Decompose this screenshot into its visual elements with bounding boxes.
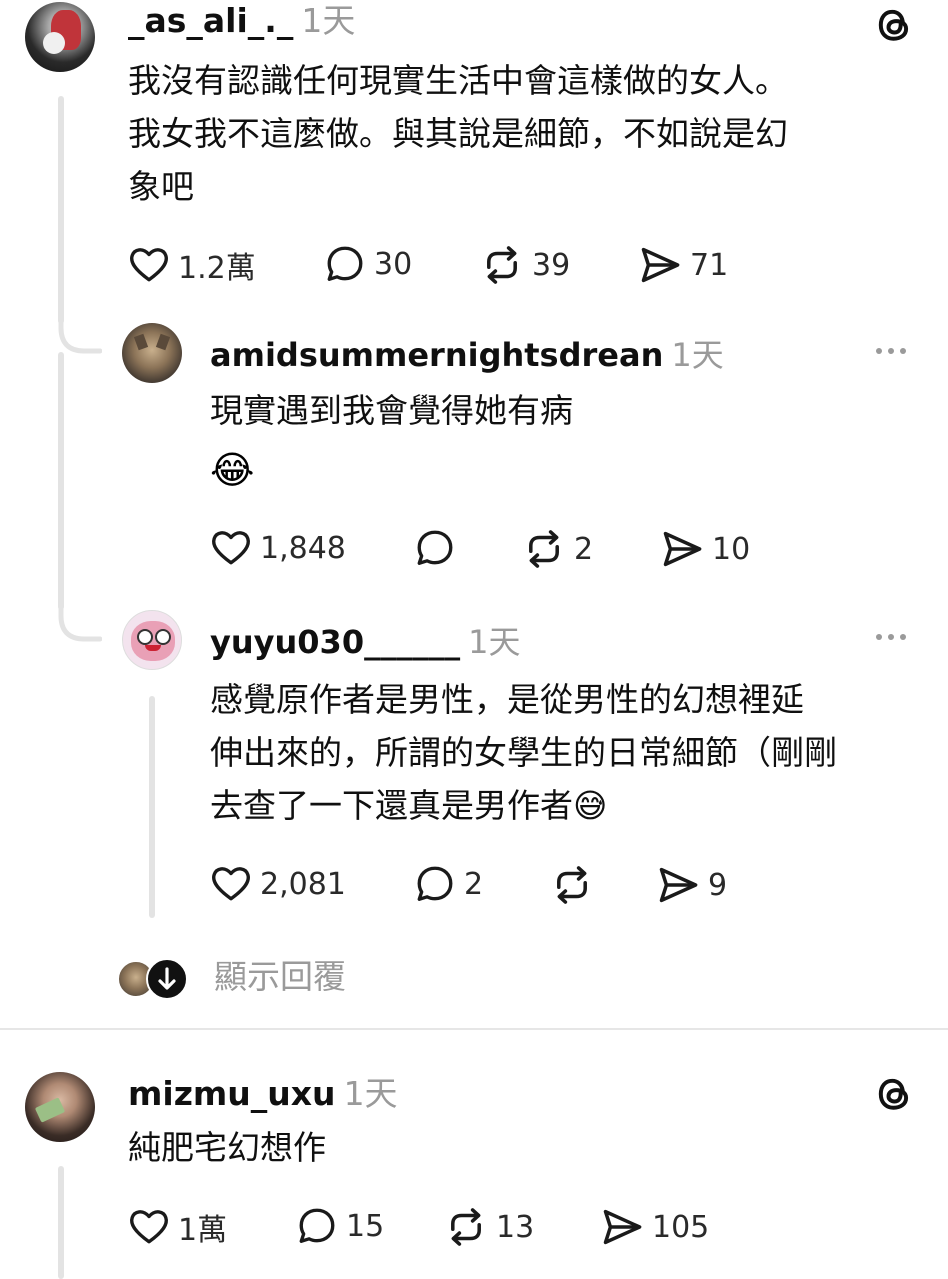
- repost-icon: [444, 1205, 488, 1249]
- avatar[interactable]: [122, 323, 182, 383]
- like-count: 1萬: [178, 1213, 228, 1248]
- show-replies-label[interactable]: 顯示回覆: [214, 955, 346, 999]
- repost-button[interactable]: 2: [522, 527, 593, 571]
- like-button[interactable]: 1萬: [128, 1205, 227, 1249]
- repost-count: 39: [532, 247, 571, 283]
- timestamp: 1天: [343, 1074, 398, 1113]
- comment-bubble-icon: [414, 527, 456, 569]
- username[interactable]: mizmu_uxu 1天: [128, 1067, 398, 1115]
- like-count: 1.2萬: [178, 251, 256, 286]
- reply-button[interactable]: 15: [296, 1205, 384, 1247]
- post-text-line: 我沒有認識任何現實生活中會這樣做的女人。: [128, 61, 788, 100]
- reply-text: 感覺原作者是男性，是從男性的幻想裡延 伸出來的，所謂的女學生的日常細節（剛剛 去…: [210, 673, 930, 832]
- reply-text-line: 去查了一下還真是男作者😅: [210, 786, 608, 825]
- arrow-down-icon: [146, 958, 188, 1000]
- avatar[interactable]: [122, 610, 182, 670]
- username[interactable]: _as_ali_._ 1天: [128, 0, 355, 42]
- username-text[interactable]: yuyu030______: [210, 623, 460, 661]
- reply-text-line: 感覺原作者是男性，是從男性的幻想裡延: [210, 680, 804, 719]
- username-text[interactable]: mizmu_uxu: [128, 1074, 336, 1113]
- username[interactable]: amidsummernightsdrean 1天: [210, 330, 724, 376]
- repost-button[interactable]: 39: [480, 243, 570, 287]
- share-count: 105: [652, 1209, 710, 1245]
- share-count: 10: [712, 531, 751, 567]
- share-button[interactable]: 10: [660, 527, 750, 571]
- like-button[interactable]: 1.2萬: [128, 243, 256, 287]
- send-icon: [656, 863, 700, 907]
- thread-curve: [58, 606, 102, 642]
- reply-button[interactable]: 30: [324, 243, 412, 285]
- heart-icon: [128, 244, 170, 286]
- like-count: 2,081: [260, 866, 346, 902]
- threads-logo-icon[interactable]: [872, 3, 916, 47]
- thread-line: [58, 96, 64, 324]
- post-text-line: 象吧: [128, 167, 194, 206]
- heart-icon: [210, 527, 252, 569]
- username-text[interactable]: amidsummernightsdrean: [210, 336, 663, 374]
- comment-bubble-icon: [414, 863, 456, 905]
- send-icon: [600, 1205, 644, 1249]
- repost-button[interactable]: 13: [444, 1205, 534, 1249]
- more-dots-icon[interactable]: [876, 348, 906, 354]
- share-count: 71: [690, 247, 729, 283]
- send-icon: [660, 527, 704, 571]
- comment-bubble-icon: [296, 1205, 338, 1247]
- reply-text-line: 伸出來的，所謂的女學生的日常細節（剛剛: [210, 733, 837, 772]
- share-button[interactable]: 71: [638, 243, 728, 287]
- avatar[interactable]: [25, 1072, 95, 1142]
- reply-count: 30: [374, 246, 413, 282]
- post-text-line: 我女我不這麼做。與其說是細節，不如說是幻: [128, 114, 788, 153]
- share-count: 9: [708, 867, 728, 903]
- timestamp: 1天: [301, 1, 356, 40]
- send-icon: [638, 243, 682, 287]
- repost-icon: [550, 863, 594, 907]
- comment-bubble-icon: [324, 243, 366, 285]
- threads-logo-icon[interactable]: [872, 1072, 916, 1116]
- reply-button[interactable]: 2: [414, 863, 483, 905]
- thread-line: [58, 1166, 64, 1279]
- thread-line: [149, 696, 155, 918]
- divider: [0, 1028, 948, 1030]
- username[interactable]: yuyu030______ 1天: [210, 617, 520, 663]
- heart-icon: [128, 1206, 170, 1248]
- like-button[interactable]: 1,848: [210, 527, 346, 569]
- thread-line: [58, 352, 64, 610]
- share-button[interactable]: 9: [656, 863, 727, 907]
- share-button[interactable]: 105: [600, 1205, 709, 1249]
- like-count: 1,848: [260, 530, 346, 566]
- repost-button[interactable]: [550, 863, 602, 907]
- more-dots-icon[interactable]: [876, 634, 906, 640]
- avatar[interactable]: [25, 2, 95, 72]
- heart-icon: [210, 863, 252, 905]
- post-text: 我沒有認識任何現實生活中會這樣做的女人。 我女我不這麼做。與其說是細節，不如說是…: [128, 54, 928, 213]
- timestamp: 1天: [468, 623, 521, 661]
- timestamp: 1天: [671, 336, 724, 374]
- reply-text: 現實遇到我會覺得她有病: [210, 391, 573, 430]
- repost-icon: [522, 527, 566, 571]
- repost-count: 2: [574, 531, 594, 567]
- post-text: 純肥宅幻想作: [128, 1128, 326, 1167]
- repost-count: 13: [496, 1209, 535, 1245]
- reply-count: 15: [346, 1208, 385, 1244]
- like-button[interactable]: 2,081: [210, 863, 346, 905]
- repost-icon: [480, 243, 524, 287]
- emoji: 😂: [210, 448, 255, 492]
- reply-button[interactable]: [414, 527, 464, 569]
- reply-count: 2: [464, 866, 484, 902]
- username-text[interactable]: _as_ali_._: [128, 1, 293, 40]
